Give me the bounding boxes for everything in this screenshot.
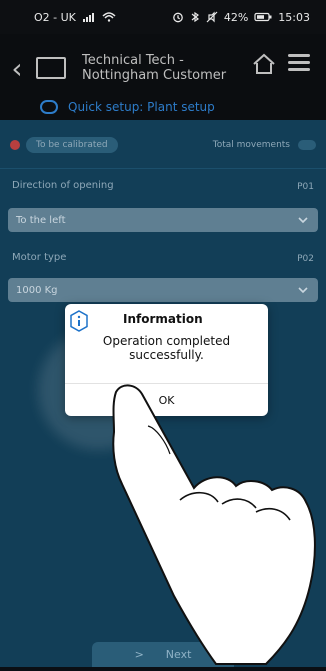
menu-bar <box>288 54 310 57</box>
info-icon <box>68 310 90 332</box>
back-button[interactable]: ‹ <box>0 44 34 92</box>
status-bar: O2 - UK 42% 15:03 <box>0 0 326 34</box>
mute-icon <box>206 11 218 23</box>
direction-meta: P01 <box>297 182 314 192</box>
carrier-text: O2 - UK <box>34 10 76 24</box>
bluetooth-icon <box>190 11 200 23</box>
chevron-down-icon <box>296 283 310 297</box>
subheader-label: Quick setup: Plant setup <box>68 100 215 114</box>
header-row: ‹ Technical Tech - Nottingham Customer <box>0 44 326 92</box>
battery-icon <box>254 12 272 22</box>
battery-percent: 42% <box>223 10 249 24</box>
menu-icon[interactable] <box>288 54 310 72</box>
status-right-label: Total movements <box>212 140 290 150</box>
status-right: 42% 15:03 <box>172 11 310 24</box>
motor-meta: P02 <box>297 254 314 264</box>
status-left-group: To be calibrated <box>10 137 118 153</box>
menu-bar <box>288 68 310 71</box>
header-title-line1: Technical Tech - <box>82 53 184 68</box>
chevron-left-icon: ‹ <box>11 51 23 85</box>
chevron-down-icon <box>296 213 310 227</box>
motor-label: Motor type <box>12 252 67 263</box>
quick-setup-subheader: Quick setup: Plant setup <box>0 96 326 118</box>
motor-select[interactable]: 1000 Kg <box>8 278 318 302</box>
pointing-hand-illustration <box>96 372 326 667</box>
direction-label: Direction of opening <box>12 180 114 191</box>
dialog-title-row: Information <box>65 310 268 332</box>
direction-value: To the left <box>16 214 66 226</box>
header-title: Technical Tech - Nottingham Customer <box>82 53 252 83</box>
status-right-group: Total movements <box>213 140 316 150</box>
app-header: ‹ Technical Tech - Nottingham Customer Q… <box>0 34 326 120</box>
divider <box>0 168 326 169</box>
dialog-title: Information <box>123 312 203 326</box>
status-toggle[interactable] <box>298 140 316 150</box>
status-dot-icon <box>10 140 20 150</box>
menu-bar <box>288 61 310 64</box>
header-title-line2: Nottingham Customer <box>82 68 227 83</box>
motor-value: 1000 Kg <box>16 284 58 296</box>
direction-select[interactable]: To the left <box>8 208 318 232</box>
wifi-icon <box>102 12 116 22</box>
time: 15:03 <box>278 10 310 24</box>
device-icon <box>36 57 66 79</box>
status-row: To be calibrated Total movements <box>10 130 316 160</box>
alarm-icon <box>172 11 184 23</box>
sync-icon <box>40 100 58 114</box>
status-left: O2 - UK <box>34 11 116 24</box>
home-icon[interactable] <box>250 50 278 78</box>
status-badge: To be calibrated <box>26 137 118 153</box>
dialog-message: Operation completed successfully. <box>102 334 231 362</box>
signal-icon <box>82 12 96 22</box>
